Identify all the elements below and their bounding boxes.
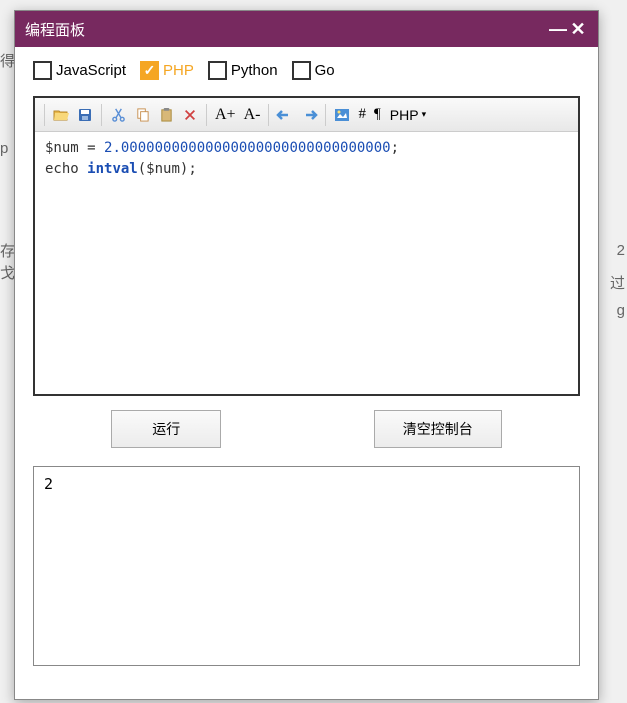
minimize-button[interactable]: — [548, 19, 568, 40]
lang-go[interactable]: Go [292, 61, 335, 80]
bg-text: 戈 [0, 262, 15, 283]
language-dropdown[interactable]: PHP ▾ [386, 107, 430, 123]
hash-button[interactable]: # [355, 106, 369, 123]
code-textarea[interactable]: $num = 2.0000000000000000000000000000000… [35, 132, 578, 394]
redo-icon[interactable] [298, 103, 320, 127]
code-token: $num [45, 140, 79, 156]
separator [44, 104, 45, 126]
paste-icon[interactable] [155, 103, 177, 127]
code-token: $num [146, 161, 180, 177]
lang-javascript[interactable]: JavaScript [33, 61, 126, 80]
lang-label: Python [231, 62, 278, 79]
lang-label: Go [315, 62, 335, 79]
code-token: ; [391, 140, 399, 156]
open-icon[interactable] [50, 103, 72, 127]
bg-text: g [617, 302, 625, 319]
bg-text: 得 [0, 50, 15, 71]
cut-icon[interactable] [107, 103, 129, 127]
separator [268, 104, 269, 126]
lang-php[interactable]: PHP [140, 61, 194, 80]
language-selector: JavaScript PHP Python Go [15, 47, 598, 90]
image-icon[interactable] [331, 103, 353, 127]
action-buttons: 运行 清空控制台 [15, 396, 598, 462]
lang-label: PHP [163, 62, 194, 79]
bg-text: p [0, 140, 8, 157]
separator [325, 104, 326, 126]
separator [101, 104, 102, 126]
bg-text: 2 [617, 242, 625, 259]
coding-panel: 编程面板 — ✕ JavaScript PHP Python Go [14, 10, 599, 700]
checkbox-icon [208, 61, 227, 80]
clear-console-button[interactable]: 清空控制台 [374, 410, 502, 448]
separator [206, 104, 207, 126]
bg-text: 存 [0, 240, 15, 261]
code-token: 2.00000000000000000000000000000000 [104, 140, 391, 156]
save-icon[interactable] [74, 103, 96, 127]
delete-icon[interactable] [179, 103, 201, 127]
undo-icon[interactable] [274, 103, 296, 127]
code-editor: A+ A- # ¶ PHP ▾ $num = 2.000000000000000… [33, 96, 580, 396]
code-token: intval [87, 161, 138, 177]
chevron-down-icon: ▾ [422, 109, 427, 120]
checkbox-icon [292, 61, 311, 80]
lang-label: JavaScript [56, 62, 126, 79]
editor-toolbar: A+ A- # ¶ PHP ▾ [35, 98, 578, 132]
checkbox-icon [33, 61, 52, 80]
checkbox-checked-icon [140, 61, 159, 80]
console-output[interactable]: 2 [33, 466, 580, 666]
bg-text: 过 [610, 272, 625, 293]
code-token: echo [45, 161, 87, 177]
console-text: 2 [44, 475, 53, 493]
run-button[interactable]: 运行 [111, 410, 221, 448]
font-decrease-button[interactable]: A- [241, 106, 264, 124]
code-token: = [79, 140, 104, 156]
language-dropdown-label: PHP [390, 107, 419, 123]
code-token: ( [138, 161, 146, 177]
font-increase-button[interactable]: A+ [212, 106, 239, 124]
pilcrow-button[interactable]: ¶ [371, 106, 384, 123]
panel-title: 编程面板 [25, 19, 548, 40]
code-token: ); [180, 161, 197, 177]
copy-icon[interactable] [131, 103, 153, 127]
close-button[interactable]: ✕ [568, 19, 588, 40]
titlebar: 编程面板 — ✕ [15, 11, 598, 47]
lang-python[interactable]: Python [208, 61, 278, 80]
